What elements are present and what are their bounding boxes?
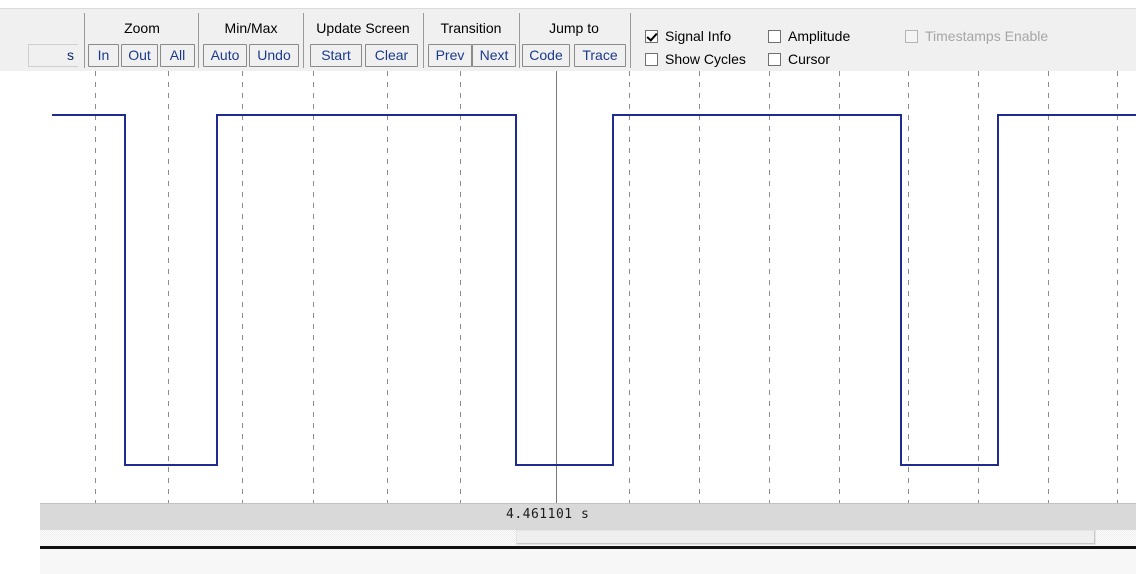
zoom-in-button[interactable]: In [88,44,119,67]
checkbox-cursor[interactable]: Cursor [768,49,830,69]
checkbox-box-icon[interactable] [768,52,781,66]
toolbar: s Zoom In Out All Min/Max Auto Undo Upda… [0,8,1136,73]
checkbox-show-cycles[interactable]: Show Cycles [645,49,746,69]
zoom-out-button[interactable]: Out [121,44,158,67]
checkbox-signal-info[interactable]: Signal Info [645,26,731,46]
checkbox-label: Show Cycles [665,51,746,67]
checkbox-box-icon[interactable] [768,29,781,43]
group-title-jump-to: Jump to [549,20,599,36]
time-status-strip: 4.461101 s [40,503,1136,531]
checkbox-label: Timestamps Enable [925,28,1049,44]
checkbox-amplitude[interactable]: Amplitude [768,26,850,46]
update-start-button[interactable]: Start [310,44,362,67]
toolbar-separator [423,13,424,68]
checkbox-box-icon [905,29,918,43]
jump-to-trace-button[interactable]: Trace [574,44,626,67]
checkbox-timestamps-enable: Timestamps Enable [905,26,1048,46]
bottom-pane [40,549,1136,574]
toolbar-partial-button[interactable]: s [28,44,78,67]
waveform-viewer-window: s Zoom In Out All Min/Max Auto Undo Upda… [0,0,1136,574]
jump-to-code-button[interactable]: Code [522,44,570,67]
toolbar-separator [303,13,304,68]
group-title-zoom: Zoom [124,20,160,36]
group-title-min-max: Min/Max [224,20,278,36]
cursor-time-readout: 4.461101 s [506,507,590,522]
toolbar-separator [630,13,631,68]
group-title-update-screen: Update Screen [316,20,410,36]
signal-trace [52,114,1136,466]
toolbar-separator [198,13,199,68]
toolbar-separator [84,13,85,68]
minmax-undo-button[interactable]: Undo [249,44,299,67]
zoom-all-button[interactable]: All [160,44,195,67]
horizontal-scrollbar-thumb[interactable] [516,530,1096,545]
transition-prev-button[interactable]: Prev [428,44,472,67]
checkbox-label: Signal Info [665,28,732,44]
checkbox-box-icon[interactable] [645,29,658,43]
update-clear-button[interactable]: Clear [365,44,418,67]
group-title-transition: Transition [440,20,502,36]
toolbar-separator [519,13,520,68]
transition-next-button[interactable]: Next [472,44,516,67]
waveform-plot-area[interactable] [0,71,1136,503]
checkbox-label: Amplitude [788,28,851,44]
checkbox-box-icon[interactable] [645,52,658,66]
checkbox-label: Cursor [788,51,831,67]
minmax-auto-button[interactable]: Auto [203,44,247,67]
